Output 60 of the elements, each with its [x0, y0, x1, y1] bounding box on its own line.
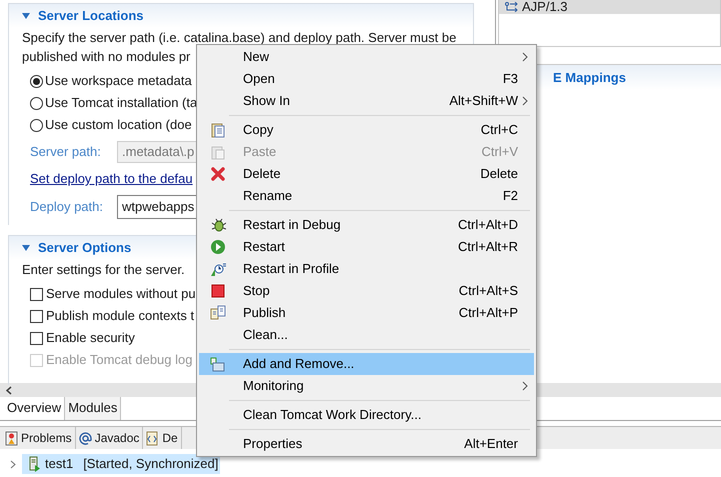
menu-item[interactable]: Open F3 — [199, 68, 534, 90]
menu-item[interactable]: Clean... — [199, 324, 534, 346]
field-label: Server path: — [30, 143, 102, 162]
checkbox[interactable] — [30, 332, 43, 344]
menu-item[interactable]: Publish Ctrl+Alt+P — [199, 302, 534, 324]
checkbox-label: Enable security — [46, 329, 135, 348]
checkbox-label: Publish module contexts t — [46, 307, 194, 326]
scroll-left-icon[interactable] — [6, 386, 12, 394]
menu-item[interactable]: Restart Ctrl+Alt+R — [199, 236, 534, 258]
connector-icon — [505, 2, 518, 12]
checkbox[interactable] — [30, 310, 43, 322]
port-name: AJP/1.3 — [522, 0, 568, 14]
document-icon — [146, 430, 160, 446]
folder-icon — [210, 356, 226, 372]
menu-item[interactable]: Properties Alt+Enter — [199, 433, 534, 455]
description-text: published with no modules pr — [22, 48, 190, 66]
clipboard-icon — [210, 122, 226, 138]
bug-icon — [210, 217, 226, 233]
menu-item[interactable]: Clean Tomcat Work Directory... — [199, 404, 534, 426]
stopwatch-icon — [210, 261, 226, 277]
checkbox[interactable] — [30, 288, 43, 300]
radio-label: Use Tomcat installation (ta — [45, 94, 198, 112]
editor-tab[interactable]: Modules — [65, 397, 122, 420]
menu-item[interactable]: Show In Alt+Shift+W — [199, 90, 534, 112]
radio-label: Use custom location (doe — [45, 116, 192, 134]
server-status: [Started, Synchronized] — [83, 455, 218, 474]
section-title: E Mappings — [553, 68, 626, 87]
at-sign-icon — [78, 432, 92, 444]
expanded-triangle-icon[interactable] — [21, 12, 31, 20]
stop-icon — [210, 283, 226, 299]
checkbox-label: Enable Tomcat debug log — [46, 351, 192, 370]
radio-label: Use workspace metadata — [45, 72, 192, 90]
clipboard-icon — [210, 144, 226, 160]
view-tab[interactable]: Javadoc — [76, 427, 144, 449]
expanded-triangle-icon[interactable] — [21, 244, 31, 252]
table-row[interactable]: AJP/1.3 — [499, 0, 720, 14]
radio-button[interactable] — [30, 96, 43, 110]
server-icon — [29, 456, 40, 472]
radio-button[interactable] — [30, 74, 43, 88]
menu-item[interactable]: Monitoring — [199, 375, 534, 397]
documents-icon — [210, 305, 226, 321]
menu-item[interactable]: New — [199, 46, 534, 68]
view-tab[interactable]: Problems — [2, 427, 76, 449]
description-text: Specify the server path (i.e. catalina.base) and deploy path. Server must be — [22, 29, 456, 47]
deploy-path-link[interactable]: Set deploy path to the defau — [22, 171, 193, 186]
field-label: Deploy path: — [30, 198, 104, 216]
menu-item[interactable]: Stop Ctrl+Alt+S — [199, 280, 534, 302]
play-icon — [210, 239, 226, 255]
view-tab[interactable]: De — [143, 427, 182, 449]
menu-item[interactable]: Add and Remove... — [199, 353, 534, 375]
menu-item[interactable]: Copy Ctrl+C — [199, 119, 534, 141]
server-name: test1 — [45, 455, 74, 474]
menu-item[interactable]: Restart in Profile — [199, 258, 534, 280]
delete-icon — [210, 166, 226, 182]
checkbox-label: Serve modules without pu — [46, 285, 196, 304]
radio-button[interactable] — [30, 118, 43, 132]
warning-icon — [5, 430, 18, 446]
server-row[interactable]: test1 [Started, Synchronized] — [22, 454, 220, 474]
description-text: Enter settings for the server. — [22, 261, 185, 279]
menu-item[interactable]: Delete Delete — [199, 163, 534, 185]
